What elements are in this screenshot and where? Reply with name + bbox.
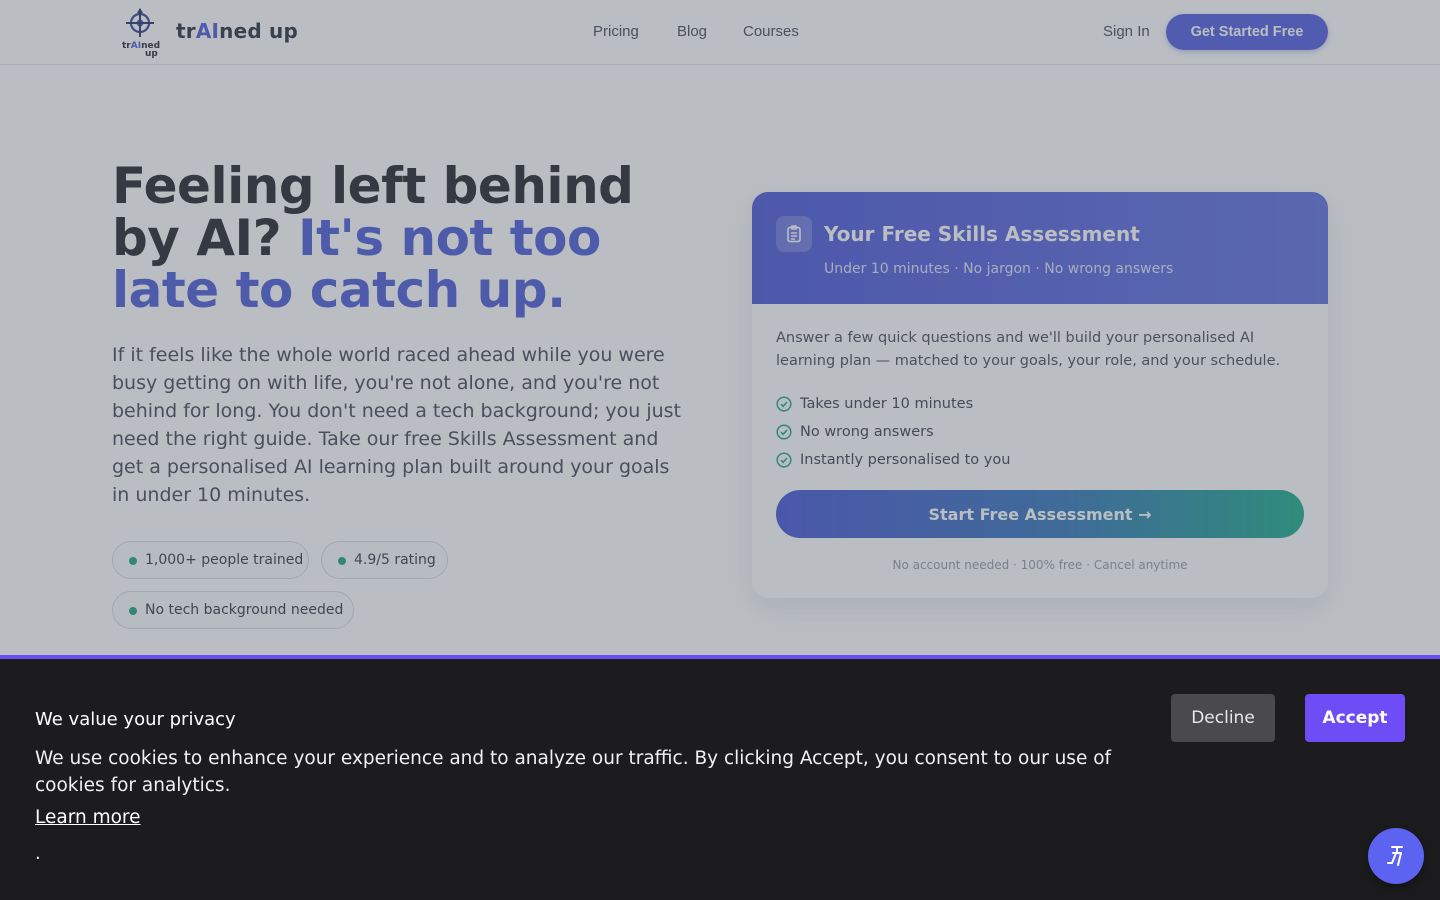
assessment-card-header: Your Free Skills Assessment Under 10 min…	[752, 192, 1328, 304]
svg-text:up: up	[145, 49, 158, 58]
status-dot	[129, 607, 137, 615]
decline-button[interactable]: Decline	[1171, 694, 1275, 742]
learn-more-link[interactable]: Learn more	[35, 807, 141, 828]
sign-in-link[interactable]: Sign In	[1103, 23, 1150, 40]
checklist-item: Takes under 10 minutes	[776, 394, 973, 414]
cookie-title: We value your privacy	[35, 709, 236, 730]
assessment-card: Your Free Skills Assessment Under 10 min…	[752, 192, 1328, 598]
assessment-card-title: Your Free Skills Assessment	[824, 222, 1140, 246]
check-circle-icon	[776, 424, 792, 440]
status-dot	[338, 557, 346, 565]
hero-title: Feeling left behind by AI? It's not too …	[112, 157, 634, 319]
cookie-banner: We value your privacy We use cookies to …	[0, 655, 1440, 900]
accessibility-icon	[1387, 846, 1403, 866]
nav-blog[interactable]: Blog	[677, 23, 707, 40]
status-dot	[129, 557, 137, 565]
clipboard-icon	[776, 216, 812, 252]
nav-pricing[interactable]: Pricing	[593, 23, 639, 40]
stat-pill: 4.9/5 rating	[321, 541, 448, 579]
assessment-card-footer: No account needed · 100% free · Cancel a…	[892, 558, 1188, 572]
stat-pill: 1,000+ people trained	[112, 541, 309, 579]
check-circle-icon	[776, 396, 792, 412]
start-assessment-button[interactable]: Start Free Assessment →	[776, 490, 1304, 538]
accept-button[interactable]: Accept	[1305, 694, 1405, 742]
cookie-text: We use cookies to enhance your experienc…	[35, 748, 1112, 796]
checklist-item: No wrong answers	[776, 422, 934, 442]
checklist-item: Instantly personalised to you	[776, 450, 1010, 470]
accessibility-button[interactable]	[1368, 828, 1424, 884]
site-header: trAIned up trAIned up Pricing Blog Cours…	[0, 0, 1440, 65]
compass-logo-icon: trAIned up	[122, 8, 160, 59]
assessment-card-description: Answer a few quick questions and we'll b…	[776, 330, 1281, 369]
brand-name[interactable]: trAIned up	[176, 19, 298, 43]
hero-subtitle: If it feels like the whole world raced a…	[112, 344, 681, 506]
nav-courses[interactable]: Courses	[743, 23, 799, 40]
cookie-trailing-text: .	[35, 843, 41, 864]
brand-logo[interactable]: trAIned up	[120, 6, 162, 59]
assessment-card-meta: Under 10 minutes · No jargon · No wrong …	[824, 261, 1174, 277]
stat-pill: No tech background needed	[112, 591, 354, 629]
check-circle-icon	[776, 452, 792, 468]
page: trAIned up trAIned up Pricing Blog Cours…	[0, 0, 1440, 900]
get-started-button[interactable]: Get Started Free	[1166, 14, 1328, 50]
